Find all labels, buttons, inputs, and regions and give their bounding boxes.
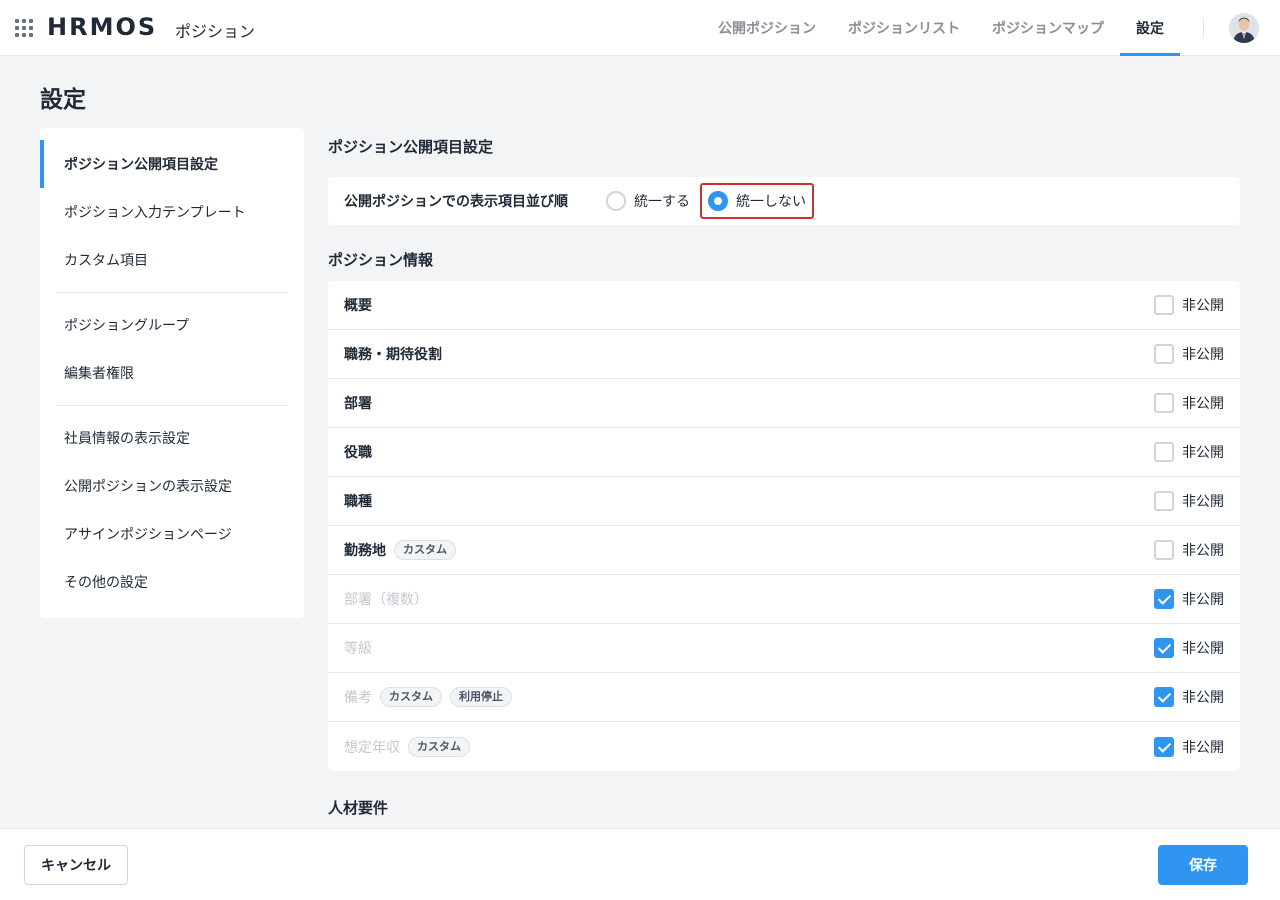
order-radio-group: 統一する 統一しない [600,183,818,219]
hidden-checkbox[interactable]: 非公開 [1154,295,1224,315]
checkbox-checked-icon[interactable] [1154,638,1174,658]
hidden-checkbox[interactable]: 非公開 [1154,638,1224,658]
position-field-row: 想定年収 カスタム 非公開 [328,722,1240,771]
field-tag-badge: カスタム [380,687,442,707]
sidebar-item[interactable]: 公開ポジションの表示設定 [40,462,304,510]
checkbox-checked-icon[interactable] [1154,589,1174,609]
hidden-checkbox[interactable]: 非公開 [1154,736,1224,757]
app-name: ポジション [175,22,256,41]
checkbox-empty-icon[interactable] [1154,344,1174,364]
section-title: ポジション公開項目設定 [328,137,494,156]
sidebar-item[interactable]: その他の設定 [40,558,304,606]
hidden-checkbox[interactable]: 非公開 [1154,687,1224,707]
hidden-checkbox-label: 非公開 [1182,690,1224,706]
checkbox-empty-icon[interactable] [1154,540,1174,560]
position-field-row: 備考 カスタム 利用停止 非公開 [328,673,1240,722]
nav-tab[interactable]: ポジションリスト [832,0,976,56]
sidebar-item[interactable]: 社員情報の表示設定 [40,414,304,462]
checkbox-empty-icon[interactable] [1154,393,1174,413]
hidden-checkbox-label: 非公開 [1182,396,1224,412]
field-tag-badge: カスタム [394,540,456,560]
talent-requirements-title: 人材要件 [328,798,389,817]
radio-circle-icon [708,191,728,211]
hrmos-logo[interactable]: HRMOS [47,13,157,41]
field-label: 部署（複数） [344,592,428,608]
sidebar-item[interactable]: ポジション入力テンプレート [40,188,304,236]
field-label: 備考 [344,690,372,706]
hidden-checkbox[interactable]: 非公開 [1154,344,1224,364]
main-content: ポジション公開項目設定 公開ポジションでの表示項目並び順 統一する 統一しない ポ… [328,128,1240,849]
hidden-checkbox-label: 非公開 [1182,592,1224,608]
checkbox-empty-icon[interactable] [1154,491,1174,511]
position-info-list: 概要 非公開 職務・期待役割 非公開 部署 非公開 役職 非公開 職種 非公開 勤務地 カスタム 非公開… [328,281,1240,771]
avatar-image [1229,13,1259,43]
hidden-checkbox-label: 非公開 [1182,445,1224,461]
checkbox-checked-icon[interactable] [1154,736,1174,757]
sidebar-divider [56,405,288,406]
field-label: 役職 [344,445,372,461]
save-button[interactable]: 保存 [1158,845,1248,885]
page-title: 設定 [40,87,86,113]
hidden-checkbox[interactable]: 非公開 [1154,589,1224,609]
hidden-checkbox[interactable]: 非公開 [1154,540,1224,560]
hidden-checkbox-label: 非公開 [1182,739,1224,756]
position-field-row: 職種 非公開 [328,477,1240,526]
sidebar-divider [56,292,288,293]
order-radio-option[interactable]: 統一する [600,185,696,217]
settings-sidebar: ポジション公開項目設定 ポジション入力テンプレート カスタム項目 ポジショングループ編… [40,128,304,618]
order-radio-option[interactable]: 統一しない [700,183,814,219]
radio-label: 統一する [634,194,690,210]
position-field-row: 部署（複数） 非公開 [328,575,1240,624]
checkbox-empty-icon[interactable] [1154,442,1174,462]
sidebar-item[interactable]: 編集者権限 [40,349,304,397]
position-field-row: 勤務地 カスタム 非公開 [328,526,1240,575]
sidebar-item[interactable]: アサインポジションページ [40,510,304,558]
field-label: 想定年収 [344,739,400,756]
nav-tab[interactable]: 公開ポジション [702,0,832,56]
field-tag-badge: カスタム [408,736,470,757]
main-nav: 公開ポジション ポジションリスト ポジションマップ 設定 [702,0,1180,56]
hidden-checkbox-label: 非公開 [1182,641,1224,657]
nav-tab[interactable]: 設定 [1120,0,1180,56]
field-tag-badge: 利用停止 [450,687,512,707]
checkbox-empty-icon[interactable] [1154,295,1174,315]
position-info-title: ポジション情報 [328,250,434,269]
field-label: 職種 [344,494,372,510]
hidden-checkbox[interactable]: 非公開 [1154,442,1224,462]
sidebar-item[interactable]: ポジション公開項目設定 [40,140,304,188]
field-label: 等級 [344,641,372,657]
position-field-row: 等級 非公開 [328,624,1240,673]
field-label: 部署 [344,396,372,412]
radio-circle-icon [606,191,626,211]
position-field-row: 概要 非公開 [328,281,1240,330]
hidden-checkbox-label: 非公開 [1182,347,1224,363]
app-grid-icon[interactable] [15,19,33,37]
order-setting: 公開ポジションでの表示項目並び順 統一する 統一しない [328,177,1240,225]
position-field-row: 職務・期待役割 非公開 [328,330,1240,379]
hidden-checkbox-label: 非公開 [1182,298,1224,314]
position-field-row: 役職 非公開 [328,428,1240,477]
checkbox-checked-icon[interactable] [1154,687,1174,707]
nav-divider [1203,18,1204,38]
footer-bar: キャンセル 保存 [0,828,1280,900]
cancel-button[interactable]: キャンセル [24,845,128,885]
hidden-checkbox-label: 非公開 [1182,494,1224,510]
user-avatar[interactable] [1229,13,1259,43]
sidebar-item[interactable]: カスタム項目 [40,236,304,284]
sidebar-item[interactable]: ポジショングループ [40,301,304,349]
field-label: 職務・期待役割 [344,347,442,363]
order-label: 公開ポジションでの表示項目並び順 [344,194,568,210]
hidden-checkbox[interactable]: 非公開 [1154,491,1224,511]
top-header: HRMOS ポジション 公開ポジション ポジションリスト ポジションマップ 設定 [0,0,1280,56]
hidden-checkbox-label: 非公開 [1182,543,1224,559]
hidden-checkbox[interactable]: 非公開 [1154,393,1224,413]
radio-label: 統一しない [736,194,806,210]
nav-tab[interactable]: ポジションマップ [976,0,1120,56]
field-label: 勤務地 [344,543,386,559]
position-field-row: 部署 非公開 [328,379,1240,428]
field-label: 概要 [344,298,372,314]
